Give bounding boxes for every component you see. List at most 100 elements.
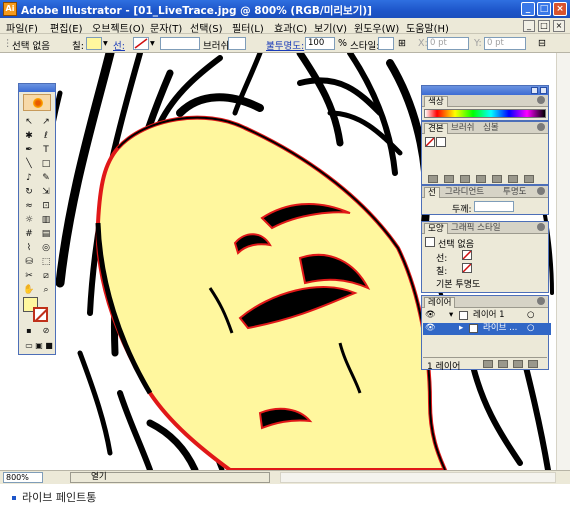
menu-window[interactable]: 윈도우(W)	[354, 20, 399, 35]
layer-name[interactable]: 레이어 1	[473, 310, 505, 321]
expand-triangle-icon[interactable]: ▸	[459, 323, 463, 334]
tab-swatches[interactable]: 견본	[424, 123, 448, 134]
warp-tool-icon[interactable]: ≈	[22, 199, 36, 213]
opacity-label[interactable]: 불투명도:	[266, 38, 304, 52]
column-graph-tool-icon[interactable]: ▥	[39, 213, 53, 227]
tab-color[interactable]: 색상	[424, 96, 448, 107]
pencil-tool-icon[interactable]: ✎	[39, 171, 53, 185]
registration-swatch[interactable]	[436, 137, 446, 147]
panel-menu-icon[interactable]	[537, 223, 545, 231]
pen-tool-icon[interactable]: ✒	[22, 143, 36, 157]
menu-filter[interactable]: 필터(L)	[232, 20, 264, 35]
new-color-group-icon[interactable]	[460, 175, 470, 183]
panel-menu-icon[interactable]: ⊟	[538, 38, 546, 49]
menu-object[interactable]: 오브젝트(O)	[92, 20, 144, 35]
rectangle-tool-icon[interactable]: □	[39, 157, 53, 171]
layer-name[interactable]: 라이브 ...	[483, 323, 517, 334]
type-tool-icon[interactable]: T	[39, 143, 53, 157]
x-field[interactable]: 0 pt	[427, 37, 469, 50]
menu-file[interactable]: 파일(F)	[6, 20, 38, 35]
layer-row[interactable]: 👁 ▾ 레이어 1 ○	[423, 310, 551, 322]
direct-selection-tool-icon[interactable]: ↗	[39, 115, 53, 129]
minimize-button[interactable]: _	[521, 2, 535, 16]
target-icon[interactable]: ○	[527, 310, 534, 321]
panel-minimize-button[interactable]	[531, 87, 538, 94]
panel-close-button[interactable]	[540, 87, 547, 94]
horizontal-scrollbar[interactable]	[280, 472, 556, 483]
appearance-fill-swatch[interactable]	[462, 263, 472, 273]
panel-menu-icon[interactable]	[537, 297, 545, 305]
mesh-tool-icon[interactable]: #	[22, 227, 36, 241]
stroke-swatch[interactable]	[133, 37, 149, 50]
selection-tool-icon[interactable]: ↖	[22, 115, 36, 129]
vertical-scrollbar[interactable]	[556, 53, 570, 470]
panel-menu-icon[interactable]	[537, 96, 545, 104]
line-tool-icon[interactable]: ╲	[22, 157, 36, 171]
menu-effect[interactable]: 효과(C)	[274, 20, 307, 35]
locate-object-icon[interactable]	[483, 360, 493, 368]
y-field[interactable]: 0 pt	[484, 37, 526, 50]
stroke-weight-input[interactable]	[474, 201, 514, 212]
rotate-tool-icon[interactable]: ↻	[22, 185, 36, 199]
blend-tool-icon[interactable]: ◎	[39, 241, 53, 255]
brush-dropdown[interactable]	[228, 37, 246, 50]
target-icon[interactable]: ○	[527, 323, 534, 334]
symbol-sprayer-tool-icon[interactable]: ☼	[22, 213, 36, 227]
lasso-tool-icon[interactable]: ℓ	[39, 129, 53, 143]
scissors-tool-icon[interactable]: ✂	[22, 269, 36, 283]
zoom-tool-icon[interactable]: ⌕	[39, 283, 53, 297]
maximize-button[interactable]: □	[537, 2, 551, 16]
tab-appearance[interactable]: 모양	[424, 223, 448, 234]
transform-icon[interactable]: ⊞	[398, 38, 406, 49]
menu-view[interactable]: 보기(V)	[314, 20, 347, 35]
scale-tool-icon[interactable]: ⇲	[39, 185, 53, 199]
layer-row[interactable]: 👁 ▸ 라이브 ... ○	[423, 323, 551, 335]
default-colors-icon[interactable]: ▪	[22, 324, 36, 338]
tab-transparency[interactable]: 투명도	[500, 187, 529, 198]
stroke-label[interactable]: 선:	[113, 38, 125, 52]
tab-graphic-styles[interactable]: 그래픽 스타일	[448, 223, 504, 234]
eyedropper-tool-icon[interactable]: ⌇	[22, 241, 36, 255]
tab-gradient[interactable]: 그라디언트	[442, 187, 487, 198]
tab-layers[interactable]: 레이어	[424, 297, 456, 308]
menu-help[interactable]: 도움말(H)	[406, 20, 449, 35]
live-paint-bucket-tool-icon[interactable]: ⛁	[22, 255, 36, 269]
live-paint-selection-tool-icon[interactable]: ⬚	[39, 255, 53, 269]
slice-tool-icon[interactable]: ⧄	[39, 269, 53, 283]
tools-panel-titlebar[interactable]	[19, 84, 55, 92]
none-swatch[interactable]	[425, 137, 435, 147]
new-sublayer-icon[interactable]	[513, 360, 523, 368]
color-panel-titlebar[interactable]	[422, 86, 548, 95]
show-kinds-icon[interactable]	[428, 175, 438, 183]
style-dropdown[interactable]	[378, 37, 394, 50]
none-icon[interactable]: ⊘	[39, 324, 53, 338]
opacity-field[interactable]: 100	[305, 37, 335, 50]
panel-menu-icon[interactable]	[537, 187, 545, 195]
fill-swatch[interactable]	[86, 37, 102, 50]
swatch-view-icon[interactable]	[508, 175, 518, 183]
status-text[interactable]: 열기	[70, 472, 270, 483]
appearance-stroke-swatch[interactable]	[462, 250, 472, 260]
expand-triangle-icon[interactable]: ▾	[449, 310, 453, 321]
make-clipping-mask-icon[interactable]	[498, 360, 508, 368]
close-button[interactable]: ×	[553, 2, 567, 16]
tab-stroke[interactable]: 선	[424, 187, 440, 198]
menu-edit[interactable]: 편집(E)	[50, 20, 83, 35]
swatch-options-icon[interactable]	[444, 175, 454, 183]
paintbrush-tool-icon[interactable]: ♪	[22, 171, 36, 185]
free-transform-tool-icon[interactable]: ⊡	[39, 199, 53, 213]
doc-close-button[interactable]: ×	[553, 20, 565, 32]
stroke-weight-field[interactable]	[160, 37, 200, 50]
menu-type[interactable]: 문자(T)	[150, 20, 182, 35]
doc-minimize-button[interactable]: _	[523, 20, 535, 32]
stroke-dropdown-icon[interactable]: ▾	[150, 38, 155, 49]
new-swatch-icon[interactable]	[476, 175, 486, 183]
full-screen-icon[interactable]: ■	[42, 339, 56, 353]
color-spectrum-bar[interactable]	[424, 109, 546, 118]
tab-symbols[interactable]: 심볼	[480, 123, 502, 134]
fill-dropdown-icon[interactable]: ▾	[103, 38, 108, 49]
hand-tool-icon[interactable]: ✋	[22, 283, 36, 297]
tab-brushes[interactable]: 브러쉬	[448, 123, 477, 134]
stroke-color-swatch[interactable]	[33, 307, 48, 322]
menu-select[interactable]: 선택(S)	[190, 20, 223, 35]
